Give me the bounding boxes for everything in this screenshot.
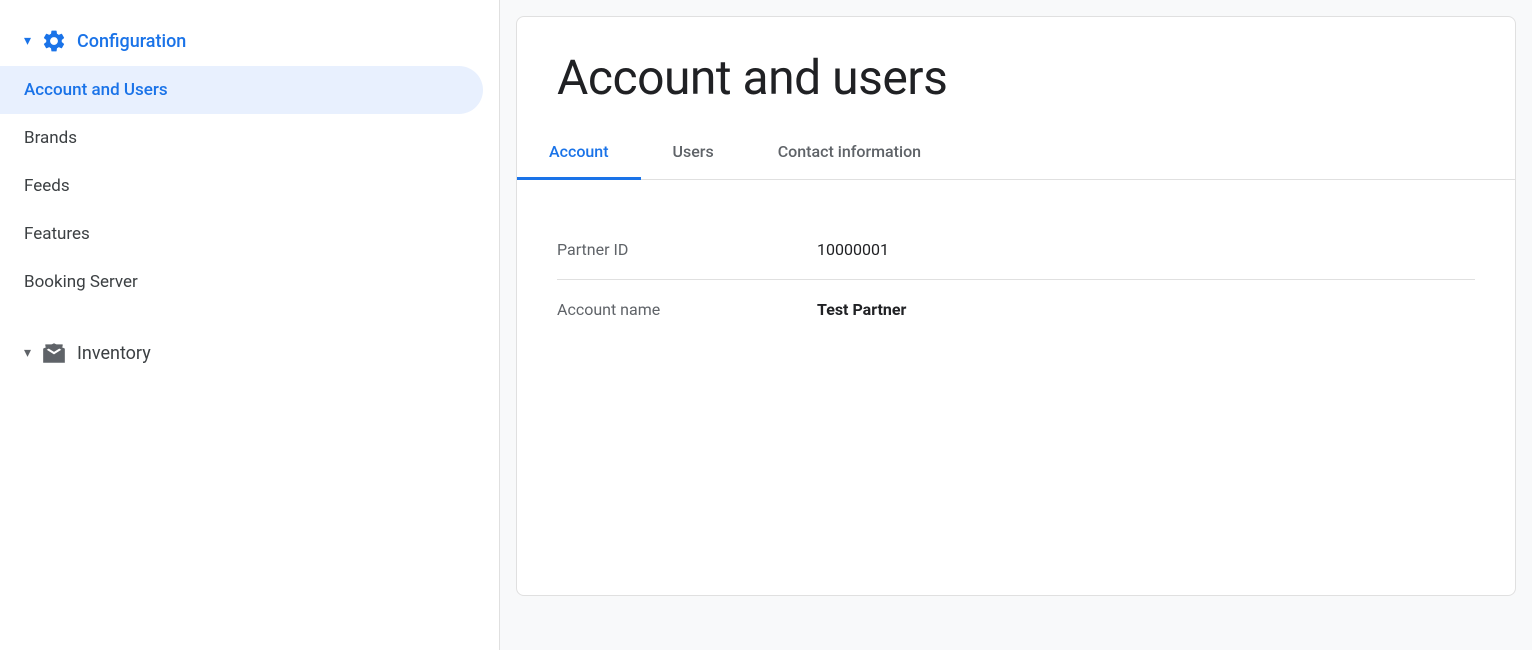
inventory-label: Inventory — [77, 343, 151, 364]
account-content: Partner ID 10000001 Account name Test Pa… — [517, 180, 1515, 379]
tab-users[interactable]: Users — [641, 126, 746, 180]
account-name-label: Account name — [557, 300, 777, 319]
configuration-label: Configuration — [77, 31, 186, 52]
tab-contact-information[interactable]: Contact information — [746, 126, 953, 180]
partner-id-value: 10000001 — [817, 240, 889, 259]
partner-id-label: Partner ID — [557, 240, 777, 259]
sidebar-inventory-header[interactable]: ▾ Inventory — [0, 326, 499, 380]
store-icon — [41, 340, 67, 366]
tab-account[interactable]: Account — [517, 126, 641, 180]
gear-icon — [41, 28, 67, 54]
account-name-row: Account name Test Partner — [557, 280, 1475, 339]
sidebar-item-label: Feeds — [24, 176, 70, 196]
inventory-chevron-icon: ▾ — [24, 345, 31, 361]
sidebar-configuration-header[interactable]: ▾ Configuration — [0, 16, 499, 66]
sidebar-item-label: Account and Users — [24, 80, 168, 100]
sidebar-item-account-and-users[interactable]: Account and Users — [0, 66, 483, 114]
partner-id-row: Partner ID 10000001 — [557, 220, 1475, 280]
page-title: Account and users — [517, 17, 1515, 126]
sidebar: ▾ Configuration Account and Users Brands… — [0, 0, 500, 650]
sidebar-item-label: Features — [24, 224, 90, 244]
sidebar-item-feeds[interactable]: Feeds — [0, 162, 499, 210]
sidebar-item-booking-server[interactable]: Booking Server — [0, 258, 499, 306]
tabs-container: Account Users Contact information — [517, 126, 1515, 180]
sidebar-item-label: Booking Server — [24, 272, 138, 292]
account-name-value: Test Partner — [817, 300, 906, 319]
content-card: Account and users Account Users Contact … — [516, 16, 1516, 596]
configuration-chevron-icon: ▾ — [24, 33, 31, 49]
sidebar-item-label: Brands — [24, 128, 77, 148]
sidebar-item-features[interactable]: Features — [0, 210, 499, 258]
main-content: Account and users Account Users Contact … — [500, 0, 1532, 650]
sidebar-item-brands[interactable]: Brands — [0, 114, 499, 162]
